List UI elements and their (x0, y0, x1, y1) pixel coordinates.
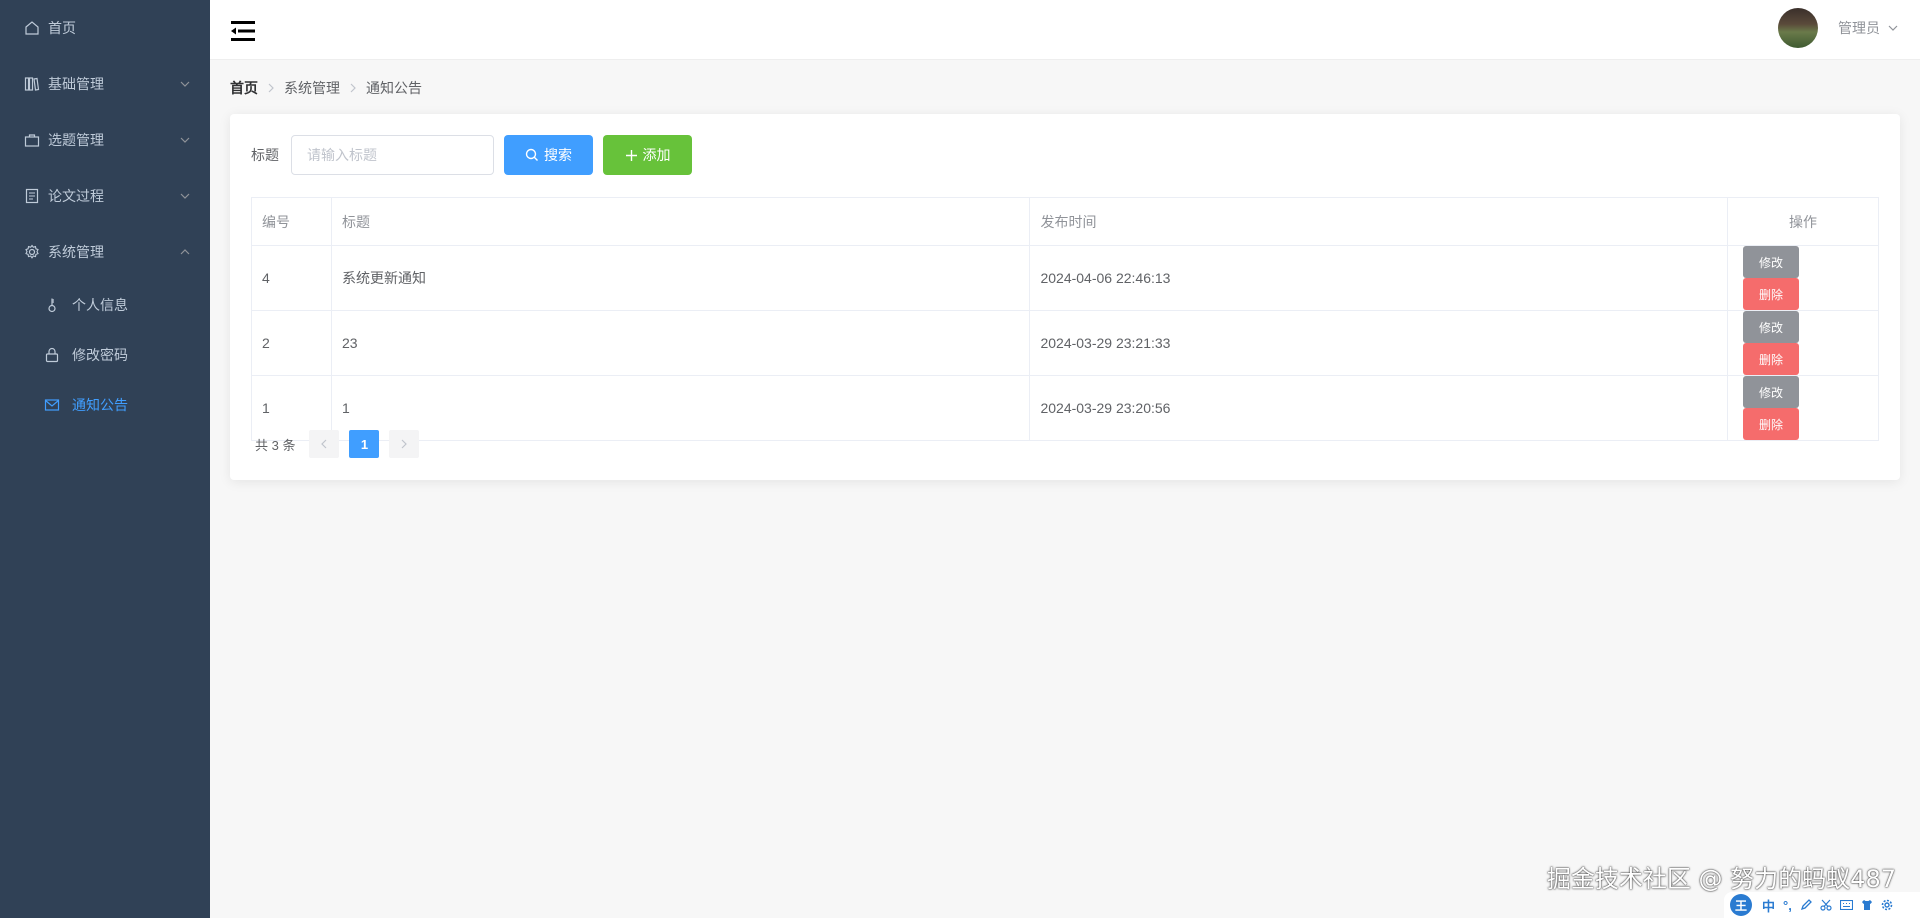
cell-actions: 修改删除 (1727, 375, 1879, 441)
delete-button[interactable]: 删除 (1743, 408, 1800, 440)
plus-icon (625, 149, 638, 162)
breadcrumb-item-current: 通知公告 (366, 80, 422, 96)
lock-icon (44, 347, 60, 363)
document-icon (24, 188, 40, 204)
cell-title: 1 (330, 375, 1031, 441)
table-row: 4 系统更新通知 2024-04-06 22:46:13 修改删除 (251, 245, 1879, 311)
chevron-right-icon (268, 83, 274, 93)
pagination: 共 3 条 1 (255, 430, 429, 458)
gear-icon (24, 244, 40, 260)
cell-title: 系统更新通知 (330, 245, 1031, 311)
briefcase-icon (24, 132, 40, 148)
ime-mode-toggle[interactable]: 中 (1762, 896, 1775, 915)
content-card: 标题 搜索 添加 编号 标题 发布时间 操作 (230, 114, 1900, 480)
sidebar-subitem-label: 个人信息 (72, 297, 128, 313)
sidebar-item-thesis-process[interactable]: 论文过程 (0, 168, 210, 224)
search-button[interactable]: 搜索 (504, 135, 593, 175)
sidebar: 首页 基础管理 选题管理 论文过程 系统管理 个人信息 修改密码 通知公告 (0, 0, 210, 918)
user-name: 管理员 (1838, 20, 1880, 36)
chevron-up-icon (180, 249, 190, 255)
title-search-input[interactable] (291, 135, 494, 175)
chevron-right-icon (350, 83, 356, 93)
search-icon (525, 148, 539, 162)
sidebar-subitem-personal-info[interactable]: 个人信息 (0, 280, 210, 330)
column-header-time: 发布时间 (1029, 197, 1729, 246)
user-menu[interactable]: 管理员 (1778, 8, 1898, 48)
cell-actions: 修改删除 (1727, 310, 1879, 376)
prev-page-button[interactable] (309, 430, 340, 458)
chevron-down-icon (1888, 25, 1898, 31)
sidebar-subitem-notices[interactable]: 通知公告 (0, 380, 210, 430)
breadcrumb: 首页 系统管理 通知公告 (230, 78, 422, 98)
cell-title: 23 (330, 310, 1031, 376)
title-filter-label: 标题 (251, 147, 279, 163)
pagination-total: 共 3 条 (255, 437, 296, 453)
chevron-down-icon (180, 137, 190, 143)
sidebar-item-label: 系统管理 (48, 244, 104, 260)
sidebar-item-label: 基础管理 (48, 76, 104, 92)
table-header-row: 编号 标题 发布时间 操作 (251, 197, 1879, 246)
scissors-icon[interactable] (1820, 899, 1832, 911)
watermark-text: 掘金技术社区 @ 努力的蚂蚁487 (1546, 865, 1896, 893)
breadcrumb-item-home[interactable]: 首页 (230, 78, 258, 98)
app-root: 首页 基础管理 选题管理 论文过程 系统管理 个人信息 修改密码 通知公告 管理… (0, 0, 1920, 918)
hamburger-toggle-icon[interactable] (229, 20, 257, 42)
sidebar-subitem-label: 修改密码 (72, 347, 128, 363)
notice-table: 编号 标题 发布时间 操作 4 系统更新通知 2024-04-06 22:46:… (251, 197, 1879, 441)
chevron-right-icon (402, 439, 408, 449)
delete-button[interactable]: 删除 (1743, 278, 1800, 310)
cell-time: 2024-03-29 23:21:33 (1029, 310, 1729, 376)
sidebar-subitem-change-password[interactable]: 修改密码 (0, 330, 210, 380)
chevron-down-icon (180, 81, 190, 87)
cell-actions: 修改删除 (1727, 245, 1879, 311)
pen-icon[interactable] (1800, 899, 1812, 911)
column-header-id: 编号 (251, 197, 332, 246)
library-icon (24, 76, 40, 92)
cell-time: 2024-03-29 23:20:56 (1029, 375, 1729, 441)
edit-button[interactable]: 修改 (1743, 311, 1800, 343)
key-icon (44, 297, 60, 313)
add-button[interactable]: 添加 (603, 135, 692, 175)
sidebar-item-label: 论文过程 (48, 188, 104, 204)
sidebar-item-home[interactable]: 首页 (0, 0, 210, 56)
sidebar-item-system-management[interactable]: 系统管理 (0, 224, 210, 280)
punctuation-icon[interactable]: °, (1783, 898, 1792, 913)
sidebar-item-label: 首页 (48, 20, 76, 36)
top-header: 管理员 (210, 0, 1920, 60)
sidebar-item-topic-management[interactable]: 选题管理 (0, 112, 210, 168)
search-button-label: 搜索 (544, 147, 572, 163)
page-number-button[interactable]: 1 (349, 430, 380, 458)
edit-button[interactable]: 修改 (1743, 376, 1800, 408)
keyboard-icon[interactable] (1839, 900, 1853, 910)
edit-button[interactable]: 修改 (1743, 246, 1800, 278)
table-row: 2 23 2024-03-29 23:21:33 修改删除 (251, 310, 1879, 376)
search-toolbar: 标题 搜索 添加 (251, 135, 692, 175)
chevron-down-icon (180, 193, 190, 199)
ime-toolbar: 王 中 °, (1724, 892, 1920, 918)
column-header-actions: 操作 (1727, 197, 1879, 246)
next-page-button[interactable] (389, 430, 420, 458)
table-row: 1 1 2024-03-29 23:20:56 修改删除 (251, 375, 1879, 441)
ime-logo[interactable]: 王 (1730, 894, 1752, 916)
skin-icon[interactable] (1861, 899, 1873, 911)
settings-gear-icon[interactable] (1881, 899, 1893, 911)
column-header-title: 标题 (330, 197, 1031, 246)
add-button-label: 添加 (642, 147, 671, 163)
chevron-left-icon (321, 439, 327, 449)
message-icon (44, 397, 60, 413)
home-icon (24, 20, 40, 36)
cell-id: 4 (251, 245, 332, 311)
sidebar-subitem-label: 通知公告 (72, 397, 128, 413)
sidebar-item-basic-management[interactable]: 基础管理 (0, 56, 210, 112)
avatar[interactable] (1778, 8, 1818, 48)
sidebar-item-label: 选题管理 (48, 132, 104, 148)
cell-id: 2 (251, 310, 332, 376)
delete-button[interactable]: 删除 (1743, 343, 1800, 375)
cell-time: 2024-04-06 22:46:13 (1029, 245, 1729, 311)
breadcrumb-item-system: 系统管理 (284, 80, 340, 96)
